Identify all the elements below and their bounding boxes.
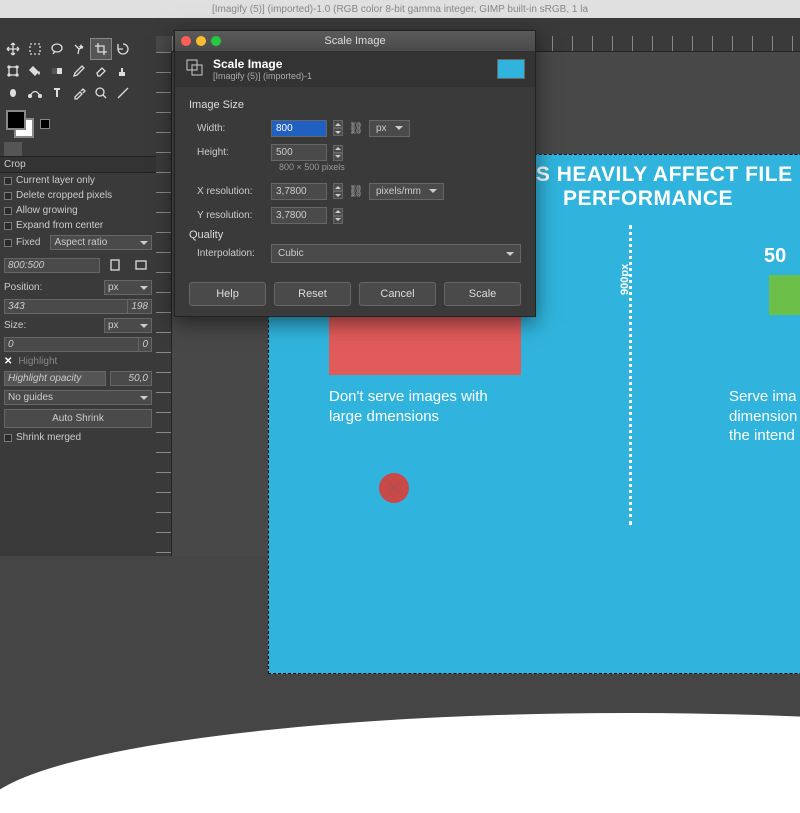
image-size-label: Image Size: [189, 95, 521, 113]
pencil-tool-icon[interactable]: [68, 60, 90, 82]
tool-grid: [0, 36, 156, 106]
thumbnail: [497, 59, 525, 79]
wave-shape: [0, 713, 800, 813]
cancel-button[interactable]: Cancel: [359, 282, 436, 306]
auto-shrink-button[interactable]: Auto Shrink: [4, 409, 152, 428]
picker-tool-icon[interactable]: [68, 82, 90, 104]
width-input[interactable]: 800: [271, 120, 327, 137]
lasso-tool-icon[interactable]: [46, 38, 68, 60]
reset-button[interactable]: Reset: [274, 282, 351, 306]
move-tool-icon[interactable]: [2, 38, 24, 60]
crop-tool-icon[interactable]: [90, 38, 112, 60]
tool-options-header: Crop: [0, 156, 156, 173]
highlight-value[interactable]: 50,0: [110, 371, 152, 386]
rotate-tool-icon[interactable]: [112, 38, 134, 60]
xres-input[interactable]: 3,7800: [271, 183, 327, 200]
shrink-merged[interactable]: Shrink merged: [0, 430, 156, 445]
transform-tool-icon[interactable]: [2, 60, 24, 82]
interp-label: Interpolation:: [189, 248, 265, 259]
color-swatches[interactable]: [0, 106, 156, 142]
highlight-opacity[interactable]: Highlight opacity: [4, 371, 106, 386]
size-unit[interactable]: px: [104, 318, 152, 333]
position-label: Position:: [4, 282, 42, 293]
yres-stepper[interactable]: [333, 208, 343, 224]
fuzzy-select-tool-icon[interactable]: [68, 38, 90, 60]
pos-values[interactable]: 343198: [4, 299, 152, 314]
highlight-close-icon[interactable]: ✕: [4, 356, 12, 367]
portrait-icon[interactable]: [104, 254, 126, 276]
fixed-drop[interactable]: Aspect ratio: [50, 235, 152, 250]
width-label: Width:: [189, 123, 265, 134]
option-tabs[interactable]: [0, 142, 156, 156]
opt-delete-cropped[interactable]: Delete cropped pixels: [0, 188, 156, 203]
guides-drop[interactable]: No guides: [4, 390, 152, 405]
opt-expand-center[interactable]: Expand from center: [0, 218, 156, 233]
bucket-tool-icon[interactable]: [24, 60, 46, 82]
caption-1: Don't serve images withlarge dmensions: [329, 387, 488, 426]
gradient-tool-icon[interactable]: [46, 60, 68, 82]
text-tool-icon[interactable]: [46, 82, 68, 104]
size-values[interactable]: 00: [4, 337, 152, 352]
green-box: [769, 275, 800, 315]
dialog-titlebar[interactable]: Scale Image: [175, 31, 535, 51]
clone-tool-icon[interactable]: [112, 60, 134, 82]
opt-current-layer[interactable]: Current layer only: [0, 173, 156, 188]
res-unit-drop[interactable]: pixels/mm: [369, 183, 444, 200]
scale-image-dialog: Scale Image Scale Image[Imagify (5)] (im…: [174, 30, 536, 317]
scale-button[interactable]: Scale: [444, 282, 521, 306]
path-tool-icon[interactable]: [24, 82, 46, 104]
landscape-icon[interactable]: [130, 254, 152, 276]
opt-allow-grow[interactable]: Allow growing: [0, 203, 156, 218]
size-unit-drop[interactable]: px: [369, 120, 410, 137]
chain-icon[interactable]: ⛓: [349, 114, 363, 142]
vertical-ruler[interactable]: [156, 52, 172, 556]
smudge-tool-icon[interactable]: [2, 82, 24, 104]
aspect-value[interactable]: 800:500: [4, 258, 100, 273]
fg-swatch[interactable]: [6, 110, 26, 130]
rect-select-tool-icon[interactable]: [24, 38, 46, 60]
width-stepper[interactable]: [333, 120, 343, 136]
pixel-note: 800 × 500 pixels: [189, 162, 521, 172]
fixed-label: Fixed: [16, 237, 40, 248]
interp-drop[interactable]: Cubic: [271, 244, 521, 263]
yres-label: Y resolution:: [189, 210, 265, 221]
dialog-header: Scale Image[Imagify (5)] (imported)-1: [175, 51, 535, 87]
height-label: Height:: [189, 147, 265, 158]
swap-icon[interactable]: [40, 119, 50, 129]
number-500: 50: [764, 245, 786, 268]
fixed-check[interactable]: [4, 239, 12, 247]
height-input[interactable]: 500: [271, 144, 327, 161]
xres-stepper[interactable]: [333, 183, 343, 199]
pos-unit[interactable]: px: [104, 280, 152, 295]
help-button[interactable]: Help: [189, 282, 266, 306]
measure-tool-icon[interactable]: [112, 82, 134, 104]
eraser-tool-icon[interactable]: [90, 60, 112, 82]
zoom-tool-icon[interactable]: [90, 82, 112, 104]
x-badge-icon: ✕: [379, 473, 409, 503]
height-stepper[interactable]: [333, 145, 343, 161]
size-label: Size:: [4, 320, 26, 331]
dialog-title: Scale Image: [175, 35, 535, 47]
main-titlebar: [Imagify (5)] (imported)-1.0 (RGB color …: [0, 0, 800, 18]
res-chain-icon[interactable]: ⛓: [349, 177, 363, 205]
scale-icon: [185, 58, 205, 81]
xres-label: X resolution:: [189, 186, 265, 197]
highlight-row[interactable]: ✕Highlight: [0, 354, 156, 369]
px-label: 900px: [619, 264, 631, 295]
quality-label: Quality: [189, 225, 521, 243]
caption-2: Serve imadimensionthe intend: [729, 387, 797, 446]
toolbox-panel: Crop Current layer only Delete cropped p…: [0, 36, 156, 556]
yres-input[interactable]: 3,7800: [271, 207, 327, 224]
